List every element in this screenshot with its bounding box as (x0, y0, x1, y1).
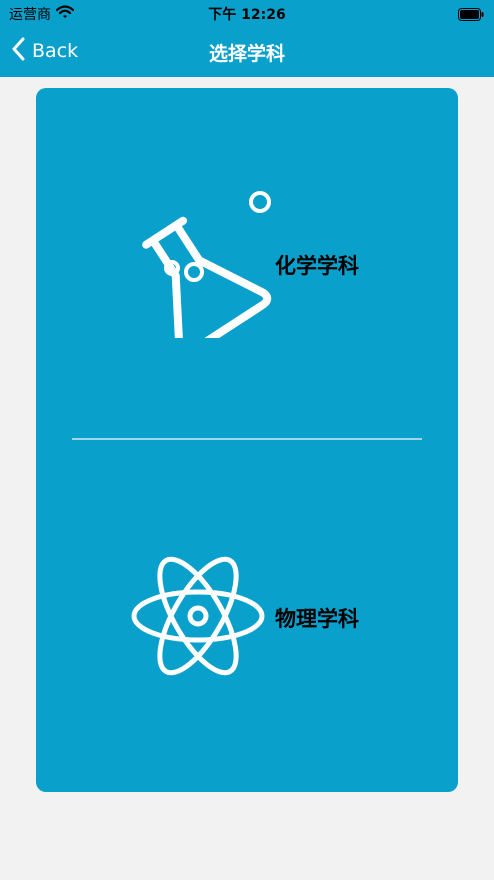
subject-item-physics[interactable]: 物理学科 (36, 440, 458, 792)
subject-label-chemistry: 化学学科 (275, 254, 359, 278)
flask-icon (122, 188, 282, 358)
navigation-bar: Back 选择学科 (0, 30, 494, 74)
subject-card: 化学学科 物理学科 (36, 88, 458, 792)
atom-icon (130, 548, 266, 688)
status-time: 下午 12:26 (208, 7, 286, 23)
battery-icon (458, 6, 484, 25)
subject-item-chemistry[interactable]: 化学学科 (36, 88, 458, 438)
subject-label-physics: 物理学科 (275, 607, 359, 631)
top-bar: 运营商 下午 12:26 Back 选择学科 (0, 0, 494, 77)
page-title: 选择学科 (208, 43, 285, 65)
status-bar: 运营商 下午 12:26 (0, 0, 494, 26)
